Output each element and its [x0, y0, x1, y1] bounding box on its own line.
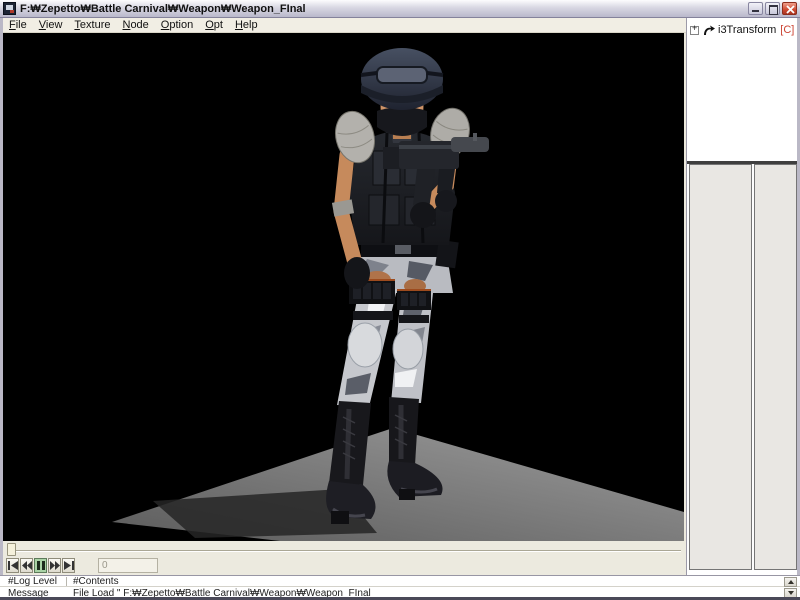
menu-bar: File View Texture Node Option Opt Help	[3, 18, 686, 33]
title-bar[interactable]: F:₩Zepetto₩Battle Carnival₩Weapon₩Weapon…	[0, 0, 800, 18]
log-header-row: #Log Level #Contents	[0, 576, 800, 587]
log-column-divider[interactable]	[66, 577, 67, 586]
close-icon	[786, 5, 795, 14]
tree-node-tag: [C]	[780, 24, 794, 36]
go-to-end-icon	[64, 561, 74, 570]
viewport-3d[interactable]	[3, 33, 684, 541]
go-to-start-button[interactable]	[6, 558, 19, 573]
restore-button[interactable]	[765, 2, 780, 15]
scene-tree-panel: i3Transform [C] AxisRotate	[686, 18, 797, 575]
down-arrow-icon	[788, 591, 794, 595]
pause-icon	[37, 561, 45, 570]
window-edge-left	[0, 18, 3, 575]
tree-node-i3transform[interactable]: i3Transform [C] AxisRotate	[687, 18, 797, 36]
menu-texture[interactable]: Texture	[68, 19, 116, 31]
tree-expand-icon[interactable]	[690, 26, 699, 35]
menu-help[interactable]: Help	[229, 19, 264, 31]
property-panel-right[interactable]	[754, 164, 797, 570]
window-title: F:₩Zepetto₩Battle Carnival₩Weapon₩Weapon…	[20, 3, 746, 15]
scroll-up-button[interactable]	[784, 577, 797, 587]
app-icon	[3, 2, 16, 15]
timeline-slider[interactable]	[5, 543, 683, 556]
timeline-thumb[interactable]	[7, 543, 16, 556]
step-back-icon	[22, 561, 32, 570]
step-back-button[interactable]	[20, 558, 33, 573]
transform-node-icon	[702, 25, 715, 36]
go-to-start-icon	[8, 561, 18, 570]
minimize-button[interactable]	[748, 2, 763, 15]
pause-button[interactable]	[34, 558, 47, 573]
log-scroll-spinner	[784, 577, 797, 598]
timeline-track	[7, 550, 681, 552]
step-forward-button[interactable]	[48, 558, 61, 573]
up-arrow-icon	[788, 580, 794, 584]
step-forward-icon	[50, 561, 60, 570]
menu-view[interactable]: View	[33, 19, 69, 31]
log-level-header: #Log Level	[8, 576, 57, 587]
menu-node[interactable]: Node	[116, 19, 154, 31]
animation-controls	[3, 541, 686, 575]
property-panels	[687, 161, 798, 570]
close-button[interactable]	[782, 2, 797, 15]
character-model-scene	[3, 33, 684, 541]
frame-number-field[interactable]	[98, 558, 158, 573]
menu-file[interactable]: File	[3, 19, 33, 31]
log-contents-header: #Contents	[73, 576, 119, 587]
transport-bar	[6, 558, 158, 573]
log-panel: #Log Level #Contents Message File Load "…	[0, 575, 800, 597]
tree-node-name: i3Transform	[718, 24, 776, 36]
go-to-end-button[interactable]	[62, 558, 75, 573]
menu-opt[interactable]: Opt	[199, 19, 229, 31]
menu-option[interactable]: Option	[155, 19, 199, 31]
property-panel-left[interactable]	[689, 164, 752, 570]
app-window: F:₩Zepetto₩Battle Carnival₩Weapon₩Weapon…	[0, 0, 800, 600]
